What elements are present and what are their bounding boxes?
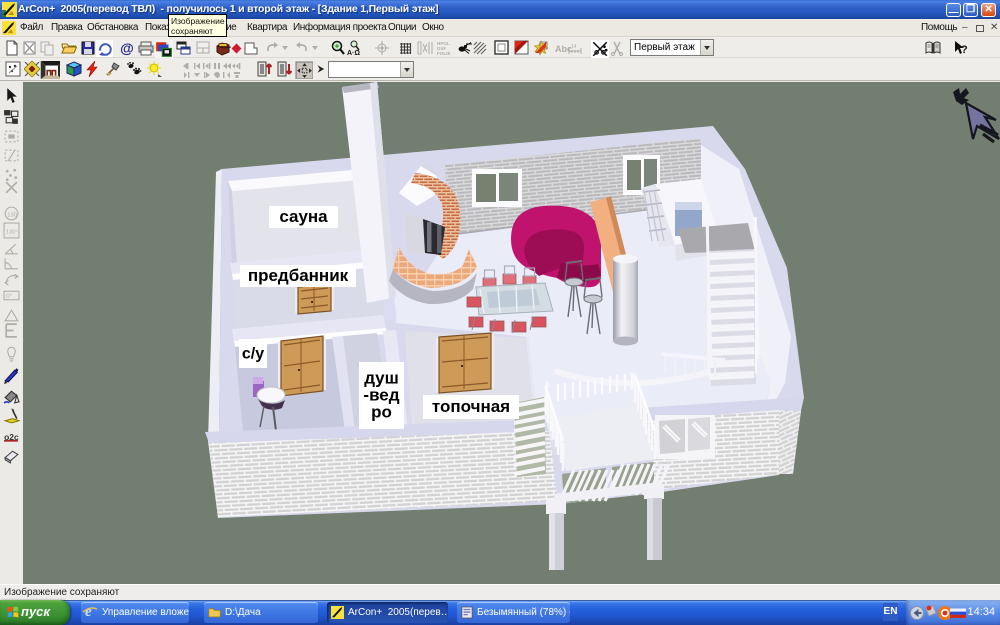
svg-text:предбанник: предбанник	[248, 266, 349, 285]
svg-text:130: 130	[7, 213, 17, 219]
svg-text:сауна: сауна	[279, 207, 328, 226]
svg-text:FOLIE: FOLIE	[437, 51, 451, 56]
svg-text:ро: ро	[371, 403, 392, 422]
svg-text:14: 14	[571, 44, 577, 50]
svg-text:?: ?	[961, 44, 968, 56]
svg-text:с/у: с/у	[242, 345, 264, 362]
svg-text:130°: 130°	[6, 230, 18, 236]
svg-text:0°: 0°	[6, 292, 13, 300]
svg-text:A·Ω: A·Ω	[347, 50, 360, 56]
svg-text:топочная: топочная	[432, 397, 510, 416]
svg-text:@: @	[120, 40, 134, 56]
